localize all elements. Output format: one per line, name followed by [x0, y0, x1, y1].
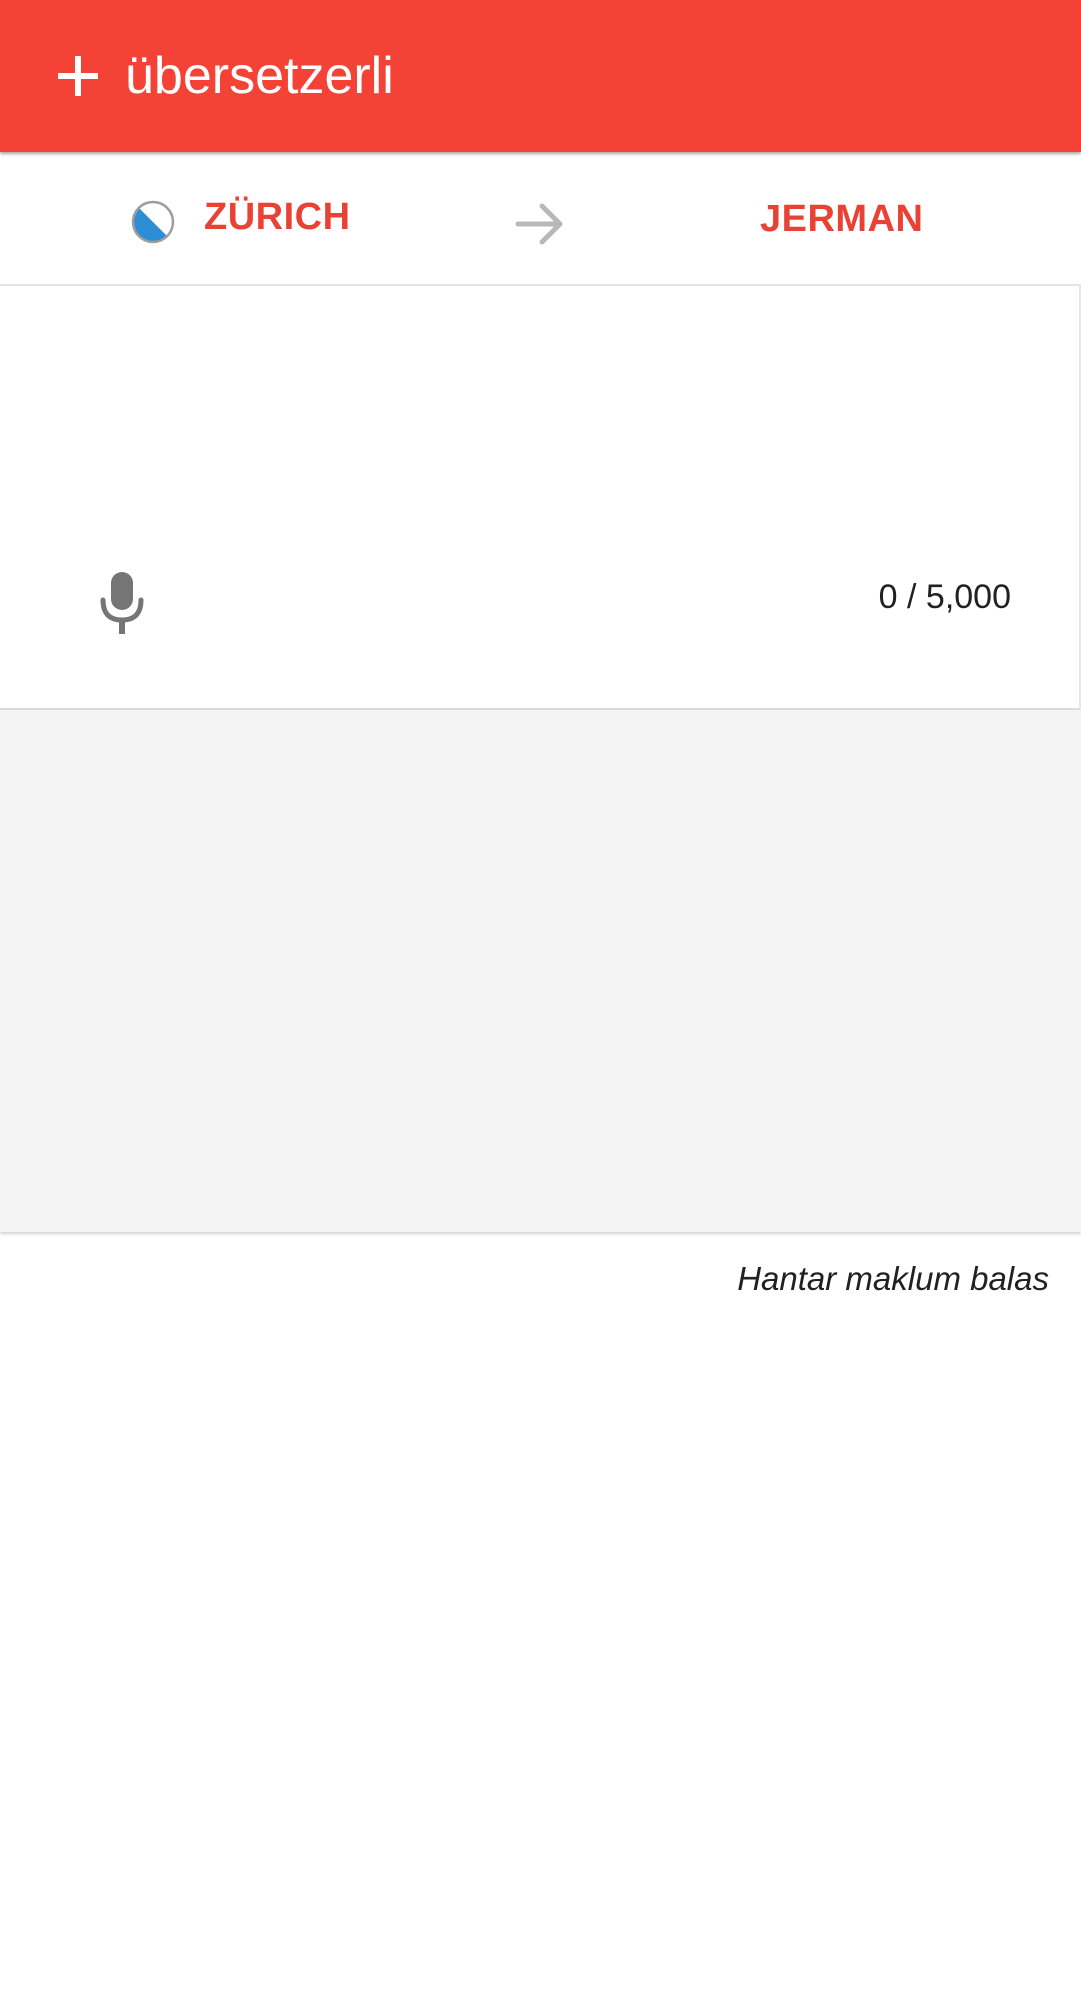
target-language-label: JERMAN: [760, 197, 924, 240]
send-feedback-link[interactable]: Hantar maklum balas: [737, 1260, 1049, 1298]
microphone-icon[interactable]: [92, 568, 152, 638]
translation-output-area: [0, 710, 1081, 1232]
source-language-button[interactable]: ZÜRICH: [130, 182, 351, 252]
app-bar: übersetzerli: [0, 0, 1081, 152]
source-text-input[interactable]: [40, 316, 1034, 550]
target-language-button[interactable]: JERMAN: [760, 184, 923, 254]
add-button[interactable]: [48, 46, 108, 106]
zurich-flag-icon: [131, 200, 175, 244]
language-bar: ZÜRICH JERMAN: [0, 152, 1081, 286]
source-language-label: ZÜRICH: [204, 195, 351, 238]
input-card: 0 / 5,000: [0, 286, 1081, 710]
arrow-right-icon[interactable]: [512, 196, 568, 252]
app-title: übersetzerli: [125, 47, 394, 105]
plus-icon: [58, 56, 98, 96]
character-counter: 0 / 5,000: [878, 578, 1011, 616]
